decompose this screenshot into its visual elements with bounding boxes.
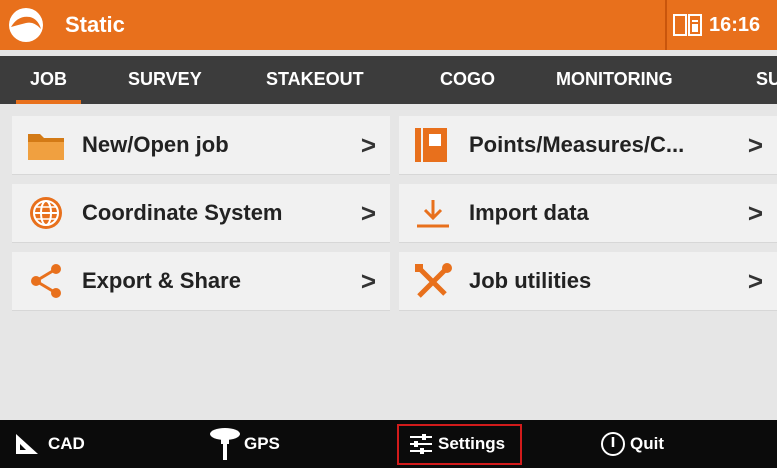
app-title: Static — [65, 12, 125, 37]
menu-item-label: Points/Measures/C... — [469, 132, 685, 157]
cad-triangle-icon — [16, 434, 38, 454]
menu-item-export-share[interactable]: Export & Share > — [12, 252, 390, 311]
chevron-right-icon: > — [360, 266, 376, 296]
menu-item-new-open-job[interactable]: New/Open job > — [12, 116, 390, 175]
book-icon — [415, 128, 447, 162]
tab-stakeout[interactable]: STAKEOUT — [266, 56, 364, 104]
tab-survey-overflow[interactable]: SU — [756, 56, 777, 104]
menu-item-job-utilities[interactable]: Job utilities > — [399, 252, 777, 311]
bottom-toolbar: CAD GPS Settings Quit — [0, 420, 777, 468]
menu-item-points-measures[interactable]: Points/Measures/C... > — [399, 116, 777, 175]
quit-label: Quit — [630, 434, 664, 453]
clock: 16:16 — [709, 14, 761, 36]
folder-icon — [28, 134, 64, 160]
download-icon — [417, 200, 449, 228]
share-icon — [31, 264, 61, 298]
gps-label: GPS — [244, 434, 280, 453]
tab-cogo[interactable]: COGO — [440, 56, 495, 104]
menu-item-label: Import data — [469, 200, 589, 225]
tab-job[interactable]: JOB — [15, 56, 82, 104]
app-logo-icon[interactable] — [8, 7, 44, 43]
menu-item-label: Job utilities — [469, 268, 592, 293]
tools-icon — [415, 263, 452, 298]
title-bar: Static 16:16 — [0, 0, 777, 50]
menu-item-label: New/Open job — [82, 132, 229, 157]
chevron-right-icon: > — [747, 266, 763, 296]
menu-item-import-data[interactable]: Import data > — [399, 184, 777, 243]
menu-item-label: Export & Share — [82, 268, 241, 293]
job-menu: New/Open job > Coordinate System > Expor… — [0, 104, 777, 420]
chevron-right-icon: > — [747, 198, 763, 228]
gps-antenna-icon — [210, 428, 240, 460]
cad-button[interactable]: CAD — [10, 420, 110, 468]
menu-item-coordinate-system[interactable]: Coordinate System > — [12, 184, 390, 243]
menu-item-label: Coordinate System — [82, 200, 283, 225]
chevron-right-icon: > — [360, 130, 376, 160]
power-icon — [601, 432, 625, 456]
tab-monitoring[interactable]: MONITORING — [556, 56, 673, 104]
globe-icon — [30, 197, 62, 229]
settings-highlight-frame — [397, 424, 522, 465]
gps-button[interactable]: GPS — [206, 420, 306, 468]
chevron-right-icon: > — [747, 130, 763, 160]
main-tabs: JOB SURVEY STAKEOUT COGO MONITORING SU — [0, 56, 777, 104]
chevron-right-icon: > — [360, 198, 376, 228]
status-area: 16:16 — [665, 0, 777, 50]
tab-survey[interactable]: SURVEY — [128, 56, 202, 104]
device-battery-icon — [673, 14, 702, 36]
quit-button[interactable]: Quit — [598, 420, 698, 468]
cad-label: CAD — [48, 434, 85, 453]
